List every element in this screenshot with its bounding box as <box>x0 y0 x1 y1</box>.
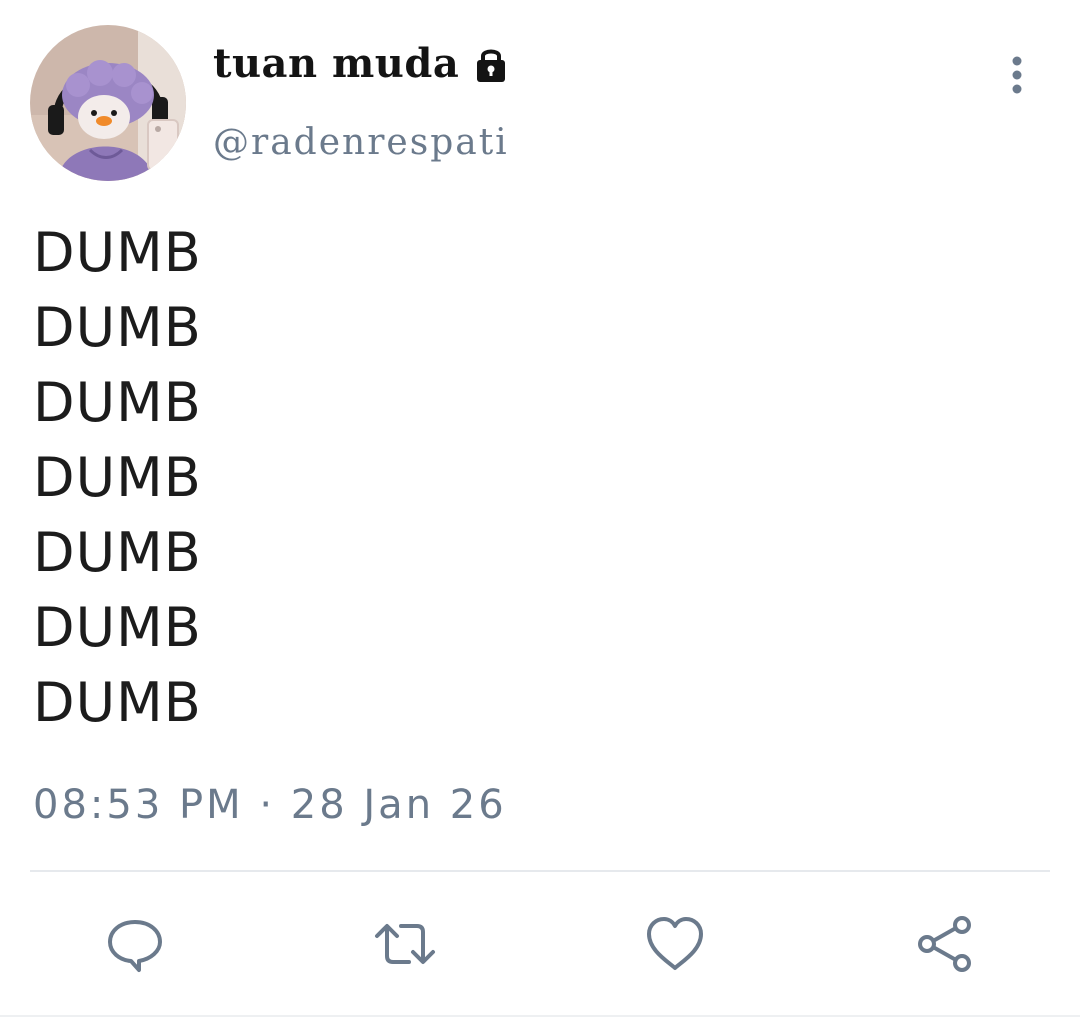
display-name[interactable]: tuan muda <box>213 40 459 87</box>
share-icon <box>918 916 971 972</box>
reply-button[interactable] <box>103 912 167 976</box>
reply-icon <box>108 920 162 972</box>
like-button[interactable] <box>643 912 707 976</box>
bottom-divider <box>0 1015 1080 1017</box>
tweet-line: DUMB <box>33 296 202 359</box>
heart-icon <box>647 917 703 970</box>
tweet-line: DUMB <box>33 671 202 734</box>
divider <box>30 870 1050 872</box>
tweet-actions <box>0 900 1080 990</box>
more-vertical-icon <box>1012 56 1022 94</box>
tweet-text: DUMB DUMB DUMB DUMB DUMB DUMB DUMB <box>33 215 202 740</box>
tweet-line: DUMB <box>33 446 202 509</box>
tweet-card: tuan muda @radenrespati DUMB DUMB DUMB D… <box>0 0 1080 1035</box>
tweet-line: DUMB <box>33 521 202 584</box>
tweet-line: DUMB <box>33 221 202 284</box>
retweet-icon <box>375 924 435 964</box>
tweet-line: DUMB <box>33 371 202 434</box>
author-name-row: tuan muda <box>213 40 511 87</box>
tweet-timestamp: 08:53 PM · 28 Jan 26 <box>33 782 507 828</box>
retweet-button[interactable] <box>373 912 437 976</box>
lock-icon <box>471 44 511 84</box>
avatar-photo <box>30 25 186 181</box>
author-handle[interactable]: @radenrespati <box>213 122 509 163</box>
tweet-line: DUMB <box>33 596 202 659</box>
more-options-button[interactable] <box>995 50 1039 100</box>
avatar[interactable] <box>30 25 186 181</box>
share-button[interactable] <box>913 912 977 976</box>
